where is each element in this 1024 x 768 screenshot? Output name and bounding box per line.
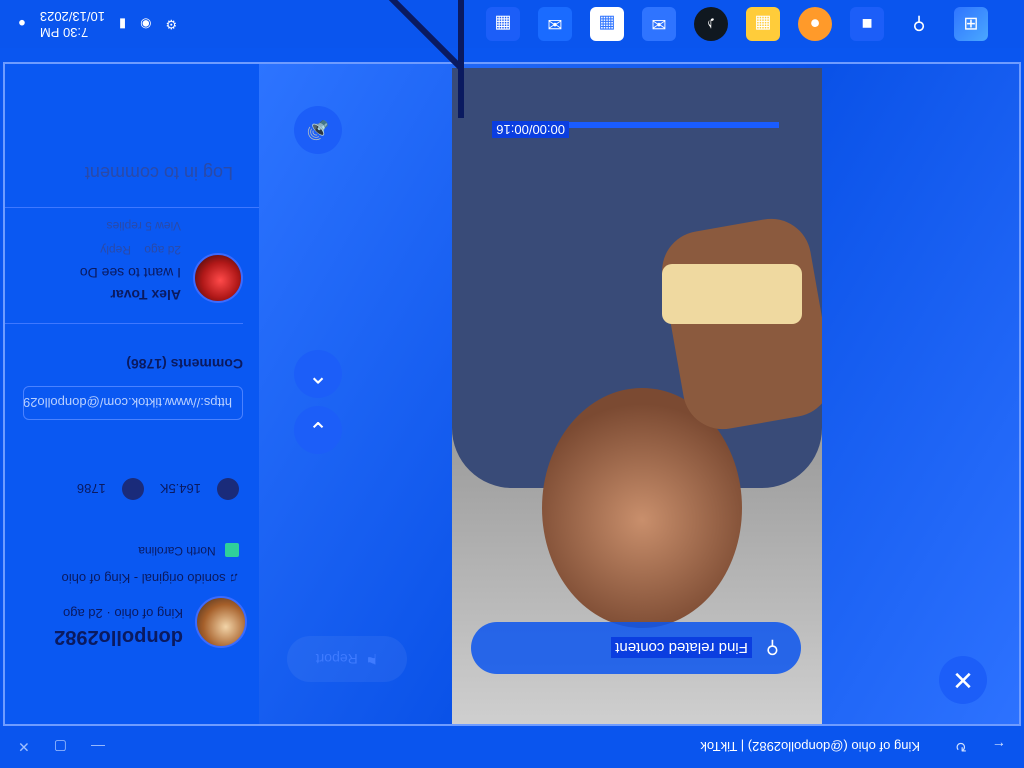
comment-author[interactable]: Alex Tovar xyxy=(80,287,181,303)
maximize-icon[interactable]: ▢ xyxy=(54,739,67,756)
tiktok-window: ✕ ⚑ Report ⚲ Find related content 00:00/… xyxy=(3,62,1021,726)
view-replies-button[interactable]: View 5 replies xyxy=(80,219,181,233)
chevron-down-icon: ⌄ xyxy=(307,416,329,444)
volume-icon[interactable]: ◉ xyxy=(140,16,151,32)
video-area: ✕ ⚑ Report ⚲ Find related content 00:00/… xyxy=(259,62,1019,724)
author-name[interactable]: donpollo2982 xyxy=(54,625,183,648)
find-related-label: Find related content xyxy=(611,637,752,659)
location-icon xyxy=(225,543,239,558)
location-row[interactable]: North Carolina xyxy=(138,543,239,558)
progress-bar[interactable] xyxy=(569,122,779,128)
store-icon[interactable]: ▦ xyxy=(590,7,624,41)
copy-link-field[interactable]: https://www.tiktok.com/@donpollo2982 xyxy=(23,386,243,420)
prev-video-button[interactable]: ⌃ xyxy=(294,350,342,398)
video-food xyxy=(662,264,802,324)
comment-text: I want to see Do xyxy=(79,265,181,281)
screen: ← ↻ King of ohio (@donpollo2982) | TikTo… xyxy=(0,0,1024,768)
chevron-up-icon: ⌃ xyxy=(307,360,329,388)
author-subtitle: King of ohio · 2d ago xyxy=(63,606,183,621)
battery-icon[interactable]: ▮ xyxy=(119,16,126,32)
comment-reply-button[interactable]: Reply xyxy=(100,243,131,257)
comment-item: Alex Tovar I want to see Do 2d ago Reply… xyxy=(3,219,243,324)
comment-icon[interactable] xyxy=(121,478,144,500)
outlook-icon[interactable]: ✉ xyxy=(538,7,572,41)
annotation-stroke xyxy=(458,0,464,118)
report-button[interactable]: ⚑ Report xyxy=(287,636,407,682)
system-tray: ⚙ ◉ ▮ 7:30 PM 10/13/2023 ● xyxy=(0,8,177,40)
chrome-icon[interactable]: ● xyxy=(798,7,832,41)
taskbar: ⊞ ⚲ ■ ● ▦ ♪ ✉ ▦ ✉ ▦ ⚙ ◉ ▮ 7:30 PM 10/13/… xyxy=(0,0,1024,48)
back-icon[interactable]: ← xyxy=(988,736,1010,758)
refresh-icon[interactable]: ↻ xyxy=(950,736,972,758)
comment-avatar[interactable] xyxy=(193,253,243,303)
search-icon[interactable]: ⚲ xyxy=(902,7,936,41)
minimize-icon[interactable]: — xyxy=(91,739,105,755)
clock-time: 7:30 PM xyxy=(39,25,89,40)
widgets-icon[interactable]: ▦ xyxy=(486,7,520,41)
comments-header: Comments (1786) xyxy=(126,356,243,372)
clock-date: 10/13/2023 xyxy=(39,9,105,24)
comments-count: 1786 xyxy=(76,481,106,497)
next-video-button[interactable]: ⌄ xyxy=(294,406,342,454)
comment-time: 2d ago xyxy=(144,243,181,257)
author-row[interactable]: donpollo2982 King of ohio · 2d ago xyxy=(54,596,247,648)
tiktok-icon[interactable]: ♪ xyxy=(694,7,728,41)
likes-count: 164.5K xyxy=(159,481,201,497)
comment-meta: 2d ago Reply xyxy=(80,243,181,257)
report-label: Report xyxy=(315,651,358,667)
title-bar: ← ↻ King of ohio (@donpollo2982) | TikTo… xyxy=(0,726,1024,768)
task-view-icon[interactable]: ■ xyxy=(850,7,884,41)
music-note-icon: ♫ xyxy=(225,571,239,586)
window-title: King of ohio (@donpollo2982) | TikTok xyxy=(700,739,920,755)
clock[interactable]: 7:30 PM 10/13/2023 xyxy=(40,8,105,40)
notification-icon[interactable]: ● xyxy=(18,17,26,32)
comments-panel: donpollo2982 King of ohio · 2d ago ♫ son… xyxy=(3,62,259,724)
login-to-comment[interactable]: Log in to comment xyxy=(3,138,259,208)
stats-row: 164.5K 1786 xyxy=(77,478,239,500)
volume-button[interactable]: 🔊 xyxy=(294,106,342,154)
speaker-icon: 🔊 xyxy=(306,120,330,141)
progress-fill xyxy=(569,122,779,128)
location-label: North Carolina xyxy=(138,544,216,558)
windows-start-icon[interactable]: ⊞ xyxy=(954,7,988,41)
mail-icon[interactable]: ✉ xyxy=(642,7,676,41)
file-explorer-icon[interactable]: ▦ xyxy=(746,7,780,41)
avatar[interactable] xyxy=(195,596,247,648)
flag-icon: ⚑ xyxy=(365,651,379,668)
find-related-button[interactable]: ⚲ Find related content xyxy=(471,622,801,674)
music-label: sonido original - King of ohio xyxy=(61,571,226,586)
close-icon[interactable]: ✕ xyxy=(939,656,987,704)
music-row[interactable]: ♫ sonido original - King of ohio xyxy=(62,571,239,586)
close-window-icon[interactable]: ✕ xyxy=(18,739,30,756)
heart-icon[interactable] xyxy=(217,478,239,500)
search-icon: ⚲ xyxy=(765,638,779,659)
network-icon[interactable]: ⚙ xyxy=(165,16,177,32)
timecode: 00:00/00:16 xyxy=(492,121,569,138)
